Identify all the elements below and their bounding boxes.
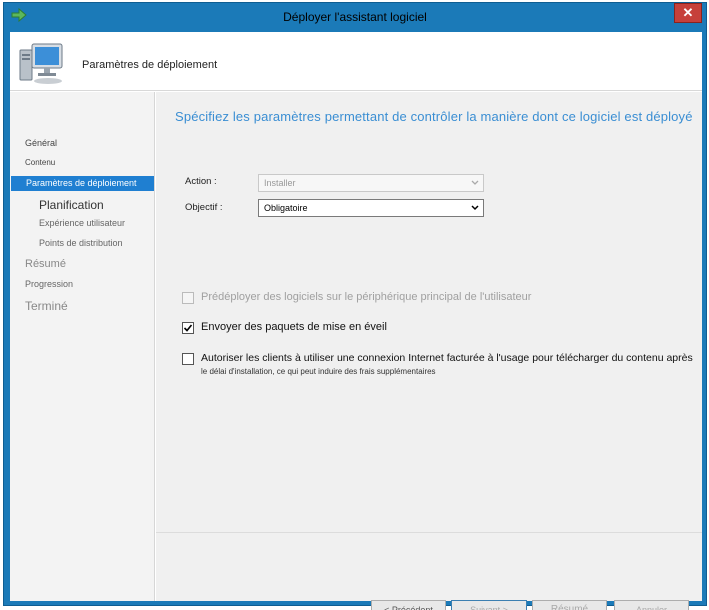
cancel-button[interactable]: Annuler [614,600,689,610]
nav-item-distribution-points[interactable]: Points de distribution [39,238,123,248]
action-value: Installer [264,178,296,188]
nav-item-content[interactable]: Contenu [25,158,55,167]
nav-item-scheduling[interactable]: Planification [39,198,104,212]
wake-up-packets-checkbox[interactable] [182,322,194,334]
summary-button[interactable]: Résumé [532,600,607,610]
wizard-nav: Général Contenu Paramètres de déploiemen… [10,92,155,601]
previous-button[interactable]: < Précédent [371,600,446,610]
computer-icon [19,43,63,84]
page-title: Paramètres de déploiement [82,59,218,71]
page-heading: Spécifiez les paramètres permettant de c… [175,109,693,124]
wizard-window: Déployer l'assistant logiciel ✕ Paramètr… [3,2,707,610]
nav-item-deployment-settings[interactable]: Paramètres de déploiement [11,176,154,191]
action-select[interactable]: Installer [258,174,484,192]
wizard-header: Paramètres de déploiement [10,32,702,91]
metered-connection-sublabel: le délai d'installation, ce qui peut ind… [201,367,436,376]
close-button[interactable]: ✕ [674,3,702,23]
wake-up-packets-label: Envoyer des paquets de mise en éveil [201,321,387,333]
title-bar[interactable]: Déployer l'assistant logiciel ✕ [4,3,706,32]
window-title: Déployer l'assistant logiciel [283,10,427,24]
nav-item-summary[interactable]: Résumé [25,258,66,270]
objectif-label: Objectif : [185,202,223,213]
wizard-client-area: Paramètres de déploiement Général Conten… [10,32,702,610]
chevron-down-icon [471,180,479,185]
nav-item-completion[interactable]: Terminé [25,299,68,313]
checkmark-icon [183,324,193,332]
predeploy-label: Prédéployer des logiciels sur le périphé… [201,291,532,303]
metered-connection-checkbox[interactable] [182,353,194,365]
action-label: Action : [185,176,217,187]
next-button[interactable]: Suivant > [451,600,527,610]
metered-connection-label: Autoriser les clients à utiliser une con… [201,352,693,364]
objectif-value: Obligatoire [264,203,308,213]
objectif-select[interactable]: Obligatoire [258,199,484,217]
chevron-down-icon [471,205,479,211]
nav-item-general[interactable]: Général [25,138,57,148]
predeploy-checkbox[interactable] [182,292,194,304]
main-panel: Spécifiez les paramètres permettant de c… [156,92,702,610]
nav-item-user-experience[interactable]: Expérience utilisateur [39,218,125,228]
nav-item-progress[interactable]: Progression [25,279,73,289]
wizard-footer [156,532,702,601]
